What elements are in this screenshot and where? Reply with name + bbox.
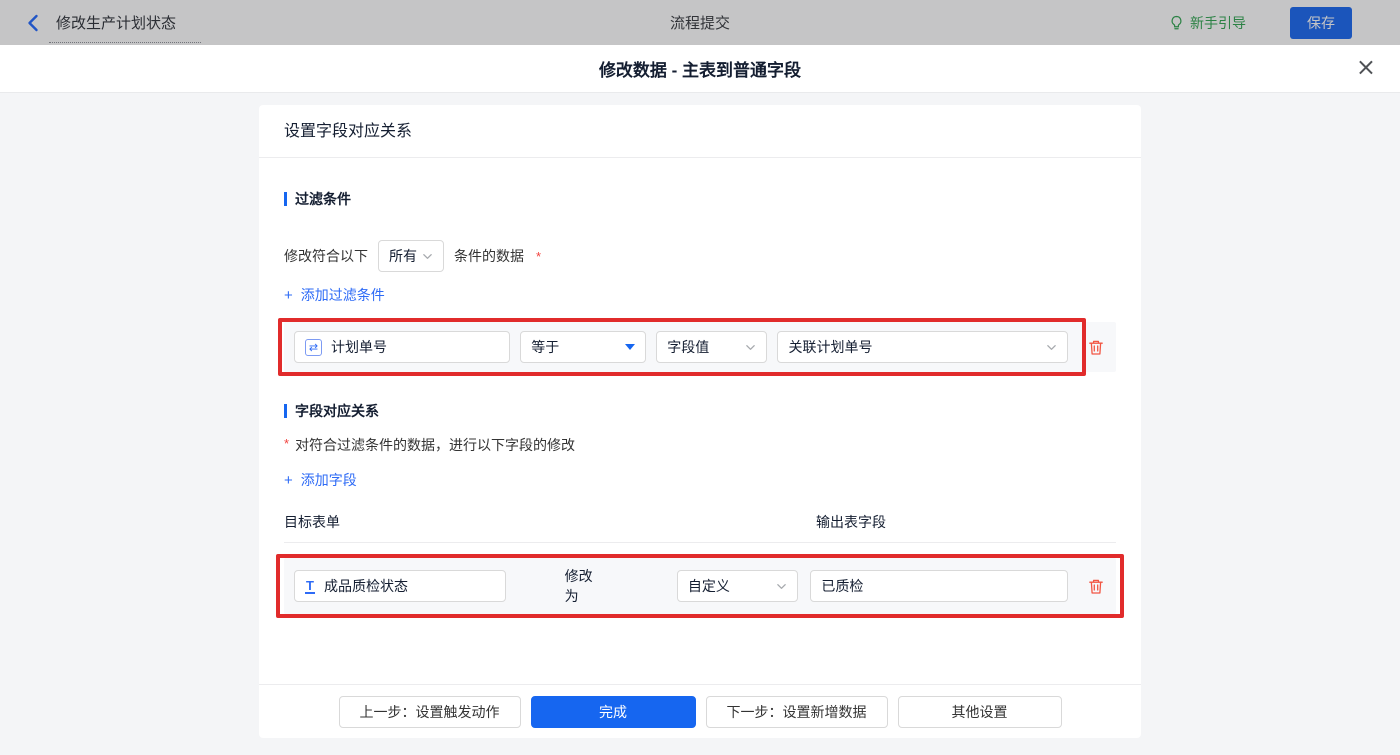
title-dotted-underline	[49, 42, 201, 43]
mapping-description: * 对符合过滤条件的数据，进行以下字段的修改	[284, 435, 1116, 455]
delete-mapping-row-button[interactable]	[1086, 576, 1106, 597]
filter-section-title: 过滤条件	[284, 189, 1116, 209]
required-asterisk: *	[536, 249, 541, 264]
card-body: 过滤条件 修改符合以下 所有 条件的数据 * + 添加过滤条件	[259, 158, 1141, 684]
newbie-guide-label: 新手引导	[1190, 13, 1246, 33]
match-suffix-label: 条件的数据	[454, 246, 524, 266]
filter-match-row: 修改符合以下 所有 条件的数据 *	[284, 240, 1116, 272]
filter-value-type-select[interactable]: 字段值	[656, 331, 767, 363]
save-button[interactable]: 保存	[1290, 7, 1352, 39]
mapping-description-text: 对符合过滤条件的数据，进行以下字段的修改	[295, 435, 575, 455]
output-field-column-header: 输出表字段	[816, 512, 886, 532]
topbar-right-group: 新手引导 保存	[1169, 7, 1352, 39]
modal-title: 修改数据 - 主表到普通字段	[599, 56, 801, 81]
match-prefix-label: 修改符合以下	[284, 246, 368, 266]
card-footer: 上一步：设置触发动作 完成 下一步：设置新增数据 其他设置	[259, 684, 1141, 738]
done-button[interactable]: 完成	[531, 696, 696, 728]
mapping-section-title: 字段对应关系	[284, 401, 1116, 421]
chevron-down-icon	[745, 342, 756, 353]
next-step-button[interactable]: 下一步：设置新增数据	[706, 696, 888, 728]
mapping-field-input[interactable]: T 成品质检状态	[294, 570, 506, 602]
plus-icon: +	[284, 287, 293, 304]
lightbulb-icon	[1169, 15, 1184, 31]
filter-operator-select[interactable]: 等于	[520, 331, 646, 363]
chevron-down-icon	[1046, 342, 1057, 353]
triangle-down-icon	[625, 344, 635, 350]
mapping-field-value: 成品质检状态	[324, 576, 408, 596]
mapping-column-headers: 目标表单 输出表字段	[284, 512, 1116, 543]
match-mode-select[interactable]: 所有	[378, 240, 444, 272]
topbar: 修改生产计划状态 流程提交 新手引导 保存	[0, 0, 1400, 45]
filter-condition-row: ⇄ 计划单号 等于 字段值 关联计划单号	[284, 322, 1116, 372]
filter-value-value: 关联计划单号	[788, 337, 872, 357]
chevron-down-icon	[422, 251, 433, 262]
close-icon[interactable]: ×	[1356, 55, 1376, 79]
trash-icon	[1088, 339, 1104, 356]
chevron-down-icon	[776, 581, 787, 592]
required-asterisk: *	[284, 436, 289, 451]
modal-header: 修改数据 - 主表到普通字段 ×	[0, 45, 1400, 93]
prev-step-button[interactable]: 上一步：设置触发动作	[339, 696, 521, 728]
other-settings-button[interactable]: 其他设置	[898, 696, 1062, 728]
add-filter-condition-label: 添加过滤条件	[301, 285, 385, 305]
mapping-value-input[interactable]: 已质检	[810, 570, 1068, 602]
card-header-title: 设置字段对应关系	[259, 105, 1141, 158]
modal-body: 设置字段对应关系 过滤条件 修改符合以下 所有 条件的数据 * +	[0, 93, 1400, 755]
filter-value-type-value: 字段值	[667, 337, 709, 357]
filter-field-input[interactable]: ⇄ 计划单号	[294, 331, 510, 363]
add-field-link[interactable]: + 添加字段	[284, 470, 357, 490]
add-field-label: 添加字段	[301, 470, 357, 490]
field-mapping-card: 设置字段对应关系 过滤条件 修改符合以下 所有 条件的数据 * +	[259, 105, 1141, 738]
text-field-icon: T	[305, 579, 315, 594]
add-filter-condition-link[interactable]: + 添加过滤条件	[284, 285, 385, 305]
filter-field-value: 计划单号	[331, 337, 387, 357]
filter-operator-value: 等于	[531, 337, 559, 357]
modify-to-label: 修改为	[565, 566, 605, 606]
section-accent-bar	[284, 192, 287, 206]
match-mode-value: 所有	[389, 246, 417, 266]
plus-icon: +	[284, 472, 293, 489]
mapping-row: T 成品质检状态 修改为 自定义 已质检	[284, 558, 1116, 614]
mapping-value-text: 已质检	[821, 576, 863, 596]
filter-section-label: 过滤条件	[295, 189, 351, 209]
delete-filter-row-button[interactable]	[1086, 337, 1106, 358]
mapping-value-type-value: 自定义	[688, 576, 730, 596]
trash-icon	[1088, 578, 1104, 595]
section-accent-bar	[284, 404, 287, 418]
serial-number-field-icon: ⇄	[305, 339, 322, 356]
mapping-value-type-select[interactable]: 自定义	[677, 570, 799, 602]
filter-value-select[interactable]: 关联计划单号	[777, 331, 1068, 363]
mapping-section-label: 字段对应关系	[295, 401, 379, 421]
target-form-column-header: 目标表单	[284, 512, 816, 532]
newbie-guide-link[interactable]: 新手引导	[1169, 13, 1246, 33]
